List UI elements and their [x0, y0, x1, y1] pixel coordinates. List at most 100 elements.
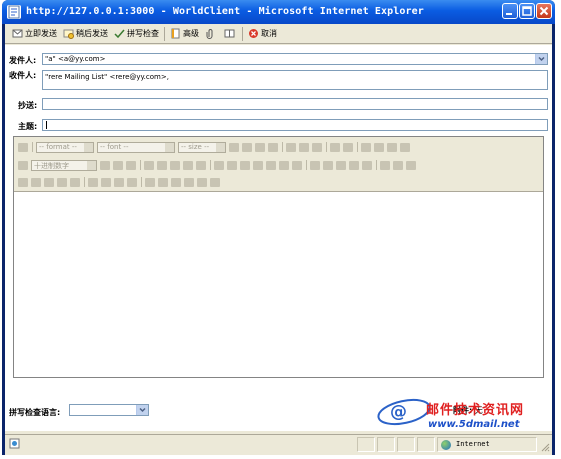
toolbar-separator: [376, 160, 377, 170]
hex-number-select[interactable]: 十进制数字: [31, 159, 97, 171]
special-char-icon[interactable]: [196, 160, 206, 170]
paste-text-icon[interactable]: [292, 160, 302, 170]
ltr-icon[interactable]: [336, 160, 346, 170]
numbered-list-icon[interactable]: [18, 160, 28, 170]
outdent-icon[interactable]: [113, 160, 123, 170]
subject-label: 主题:: [18, 122, 38, 131]
cancel-button[interactable]: 取消: [245, 26, 280, 42]
align-justify-icon[interactable]: [400, 142, 410, 152]
bullet-list-icon[interactable]: [100, 160, 110, 170]
radio-icon[interactable]: [44, 177, 54, 187]
table-icon[interactable]: [183, 160, 193, 170]
toolbar-separator: [164, 26, 165, 41]
address-book-button[interactable]: [221, 26, 240, 42]
to-field[interactable]: "rere Mailing List" <rere@yy.com>,: [42, 70, 548, 90]
form-icon[interactable]: [18, 177, 28, 187]
close-window-button[interactable]: [536, 3, 552, 19]
spell-check-button[interactable]: 拼写检查: [111, 26, 162, 42]
align-left-icon[interactable]: [361, 142, 371, 152]
watermark-text: 邮件技术资讯网: [426, 403, 525, 418]
toolbar-separator: [210, 160, 211, 170]
undo-icon[interactable]: [214, 160, 224, 170]
split-cells-icon[interactable]: [210, 177, 220, 187]
remove-format-icon[interactable]: [312, 142, 322, 152]
strikethrough-icon[interactable]: [268, 142, 278, 152]
send-later-button[interactable]: 稍后发送: [60, 26, 111, 42]
size-select[interactable]: -- size --: [178, 141, 226, 153]
checkbox-icon[interactable]: [31, 177, 41, 187]
minimize-button[interactable]: [502, 3, 518, 19]
toolbar-separator: [306, 160, 307, 170]
link-icon[interactable]: [157, 160, 167, 170]
chevron-down-icon: [87, 160, 96, 170]
align-center-icon[interactable]: [374, 142, 384, 152]
replace-icon[interactable]: [393, 160, 403, 170]
spell-language-select[interactable]: [69, 404, 149, 416]
format-select[interactable]: -- format --: [36, 141, 94, 153]
highlight-color-icon[interactable]: [299, 142, 309, 152]
toolbar-separator: [140, 160, 141, 170]
maximize-button[interactable]: [519, 3, 535, 19]
image-button-icon[interactable]: [101, 177, 111, 187]
underline-icon[interactable]: [255, 142, 265, 152]
copy-icon[interactable]: [266, 160, 276, 170]
horizontal-rule-icon[interactable]: [144, 160, 154, 170]
attach-button[interactable]: [202, 26, 221, 42]
indent-icon[interactable]: [126, 160, 136, 170]
select-all-icon[interactable]: [240, 160, 250, 170]
textarea-icon[interactable]: [70, 177, 80, 187]
text-color-icon[interactable]: [286, 142, 296, 152]
insert-row-icon[interactable]: [145, 177, 155, 187]
delete-row-icon[interactable]: [171, 177, 181, 187]
paragraph-icon[interactable]: [362, 160, 372, 170]
preview-icon[interactable]: [406, 160, 416, 170]
zone-label: Internet: [456, 440, 490, 448]
emoticon-icon[interactable]: [323, 160, 333, 170]
chevron-down-icon[interactable]: [136, 405, 148, 415]
delete-column-icon[interactable]: [184, 177, 194, 187]
image-icon[interactable]: [170, 160, 180, 170]
paste-icon[interactable]: [279, 160, 289, 170]
hidden-field-icon[interactable]: [114, 177, 124, 187]
source-icon[interactable]: [18, 142, 28, 152]
from-label: 发件人:: [9, 56, 37, 65]
send-now-button[interactable]: 立即发送: [9, 26, 60, 42]
ie-page-icon: [7, 5, 21, 19]
rtl-icon[interactable]: [349, 160, 359, 170]
button-icon[interactable]: [88, 177, 98, 187]
cc-field[interactable]: [42, 98, 548, 110]
editor-toolbar: -- format -- -- font -- -- size -- 十进制数字: [14, 137, 543, 192]
from-select[interactable]: "a" <a@yy.com>: [42, 53, 548, 65]
bold-icon[interactable]: [229, 142, 239, 152]
subscript-icon[interactable]: [330, 142, 340, 152]
font-select[interactable]: -- font --: [97, 141, 175, 153]
send-icon: [12, 28, 23, 39]
chevron-down-icon[interactable]: [535, 54, 547, 64]
paperclip-icon: [205, 28, 216, 39]
merge-cells-icon[interactable]: [197, 177, 207, 187]
cc-label: 抄送:: [18, 101, 38, 110]
textfield-icon[interactable]: [57, 177, 67, 187]
editor-body[interactable]: [14, 193, 543, 377]
insert-column-icon[interactable]: [158, 177, 168, 187]
cut-icon[interactable]: [253, 160, 263, 170]
superscript-icon[interactable]: [343, 142, 353, 152]
select-field-icon[interactable]: [127, 177, 137, 187]
redo-icon[interactable]: [227, 160, 237, 170]
hex-number-label: 十进制数字: [34, 161, 69, 170]
toolbar-separator: [84, 177, 85, 187]
window-title: http://127.0.0.1:3000 - WorldClient - Mi…: [26, 6, 424, 17]
advanced-button[interactable]: 高级: [167, 26, 202, 42]
advanced-label: 高级: [183, 29, 199, 38]
compose-area: 发件人: "a" <a@yy.com> 收件人: "rere Mailing L…: [5, 45, 552, 431]
align-right-icon[interactable]: [387, 142, 397, 152]
send-later-icon: [63, 28, 74, 39]
resize-grip-icon[interactable]: [540, 442, 550, 452]
book-icon: [224, 28, 235, 39]
title-bar[interactable]: http://127.0.0.1:3000 - WorldClient - Mi…: [2, 0, 555, 24]
subject-field[interactable]: [42, 119, 548, 131]
spellcheck-icon[interactable]: [310, 160, 320, 170]
format-select-label: -- format --: [39, 142, 77, 151]
italic-icon[interactable]: [242, 142, 252, 152]
find-icon[interactable]: [380, 160, 390, 170]
